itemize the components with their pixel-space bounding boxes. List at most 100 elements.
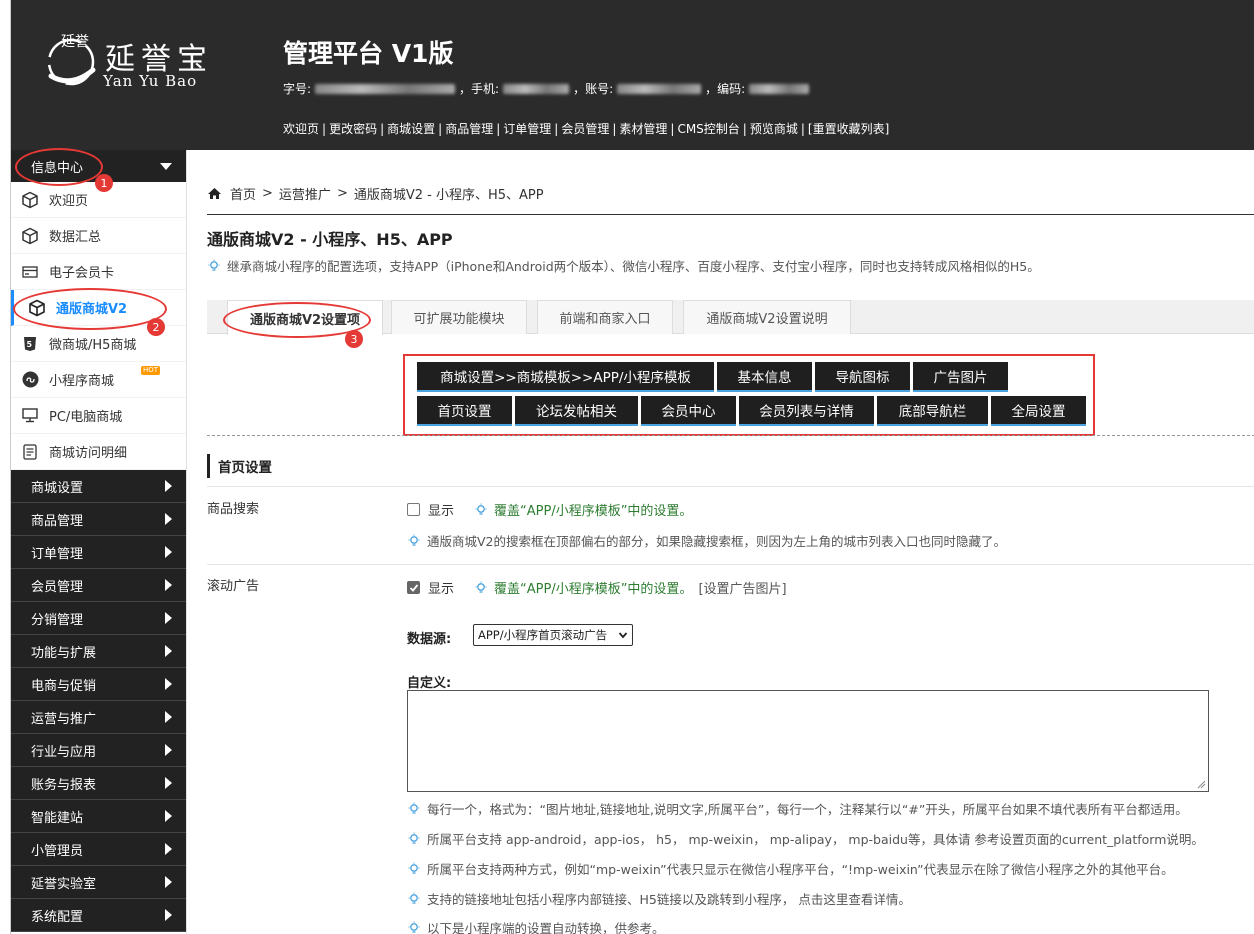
btn-forum-posting[interactable]: 论坛发帖相关 [515, 396, 638, 426]
redacted-phone [503, 83, 570, 94]
hint-text: 所属平台支持两种方式，例如“mp-weixin”代表只显示在微信小程序平台，“!… [427, 862, 1174, 877]
sidebar-cat-features[interactable]: 功能与扩展 [11, 635, 186, 668]
breadcrumb-marketing[interactable]: 运营推广 [279, 184, 331, 203]
top-link-products[interactable]: 商品管理 [445, 122, 493, 136]
caret-right-icon [165, 744, 172, 756]
cube-icon [21, 191, 39, 209]
sidebar-item-label: 微商城/H5商城 [49, 338, 137, 353]
caret-right-icon [165, 546, 172, 558]
search-show-checkbox[interactable] [407, 503, 420, 516]
sidebar-item-data-summary[interactable]: 数据汇总 [11, 218, 186, 254]
override-note: 覆盖“APP/小程序模板”中的设置。 [494, 582, 693, 597]
btn-bottom-nav[interactable]: 底部导航栏 [877, 396, 988, 426]
top-link-orders[interactable]: 订单管理 [503, 122, 551, 136]
caret-right-icon [165, 876, 172, 888]
sidebar-cat-label: 会员管理 [31, 579, 84, 595]
btn-member-center[interactable]: 会员中心 [641, 396, 736, 426]
carousel-hint: 每行一个，格式为：“图片地址,链接地址,说明文字,所属平台”，每行一个，注释某行… [407, 799, 1188, 818]
sidebar-item-visit-details[interactable]: 商城访问明细 [11, 434, 186, 470]
sidebar-cat-finance[interactable]: 账务与报表 [11, 767, 186, 800]
btn-mall-template[interactable]: 商城设置>>商城模板>>APP/小程序模板 [417, 362, 714, 392]
sidebar-cat-members[interactable]: 会员管理 [11, 569, 186, 602]
caret-right-icon [165, 612, 172, 624]
top-link-reset-favorites[interactable]: [重置收藏列表] [808, 122, 889, 136]
annotation-circle [13, 288, 167, 330]
section-title: 首页设置 [207, 454, 272, 478]
sidebar-item-label: 小程序商城 [49, 374, 115, 389]
btn-basic-info[interactable]: 基本信息 [717, 362, 812, 392]
sidebar-cat-system[interactable]: 系统配置 [11, 899, 186, 932]
btn-ad-images[interactable]: 广告图片 [913, 362, 1008, 392]
datasource-select[interactable]: APP/小程序首页滚动广告 [473, 624, 633, 646]
sidebar-cat-label: 运营与推广 [31, 711, 97, 727]
btn-home-settings[interactable]: 首页设置 [417, 396, 512, 426]
dashed-divider [207, 435, 1254, 436]
checkbox-label: 显示 [428, 504, 455, 519]
carousel-show-line: 显示 覆盖“APP/小程序模板”中的设置。 [设置广告图片] [407, 578, 787, 597]
hint-text: 支持的链接地址包括小程序内部链接、H5链接以及跳转到小程序， 点击这里查看详情。 [427, 892, 911, 907]
carousel-hint: 所属平台支持 app-android，app-ios， h5， mp-weixi… [407, 829, 1204, 848]
divider [207, 214, 1254, 215]
resize-handle-icon[interactable] [1196, 779, 1206, 789]
sidebar-item-member-card[interactable]: 电子会员卡 [11, 254, 186, 290]
top-link-mall-settings[interactable]: 商城设置 [387, 122, 435, 136]
tab-extension-modules[interactable]: 可扩展功能模块 [391, 300, 527, 334]
annotation-circle [15, 148, 103, 186]
sidebar-cat-products[interactable]: 商品管理 [11, 503, 186, 536]
caret-down-icon [160, 163, 172, 170]
caret-right-icon [165, 645, 172, 657]
sidebar-cat-orders[interactable]: 订单管理 [11, 536, 186, 569]
carousel-show-checkbox[interactable] [407, 581, 420, 594]
home-icon[interactable] [207, 187, 222, 200]
app-title: 管理平台 V1版 [283, 39, 454, 68]
sidebar-cat-sub-admins[interactable]: 小管理员 [11, 833, 186, 866]
top-link-members[interactable]: 会员管理 [561, 122, 609, 136]
sidebar-cat-label: 商城设置 [31, 480, 84, 496]
svg-text:5: 5 [27, 340, 33, 349]
annotation-badge: 1 [95, 174, 113, 192]
breadcrumb-home[interactable]: 首页 [230, 184, 256, 203]
sidebar-cat-ecommerce[interactable]: 电商与促销 [11, 668, 186, 701]
custom-ads-textarea[interactable] [407, 690, 1209, 792]
sidebar-item-label: 电子会员卡 [49, 266, 115, 281]
tab-v2-docs[interactable]: 通版商城V2设置说明 [683, 300, 851, 334]
btn-member-list[interactable]: 会员列表与详情 [739, 396, 874, 426]
sidebar-cat-industry[interactable]: 行业与应用 [11, 734, 186, 767]
sidebar-cat-mall-settings[interactable]: 商城设置 [11, 470, 186, 503]
card-icon [21, 263, 39, 281]
sidebar-item-miniprogram-mall[interactable]: 小程序商城 HOT [11, 362, 186, 398]
top-link-password[interactable]: 更改密码 [329, 122, 377, 136]
sidebar-cat-lab[interactable]: 延誉实验室 [11, 866, 186, 899]
page-description-text: 继承商城小程序的配置选项，支持APP（iPhone和Android两个版本）、微… [227, 259, 1040, 274]
chevron-down-icon [618, 632, 628, 639]
tab-frontend-entry[interactable]: 前端和商家入口 [537, 300, 673, 334]
caret-right-icon [165, 513, 172, 525]
hint-text: 所属平台支持 app-android，app-ios， h5， mp-weixi… [427, 832, 1204, 847]
sidebar-cat-site-builder[interactable]: 智能建站 [11, 800, 186, 833]
sidebar-cat-marketing[interactable]: 运营与推广 [11, 701, 186, 734]
breadcrumb: 首页 > 运营推广 > 通版商城V2 - 小程序、H5、APP [207, 184, 544, 203]
page-description: 继承商城小程序的配置选项，支持APP（iPhone和Android两个版本）、微… [207, 256, 1040, 275]
annotation-badge: 3 [345, 330, 363, 348]
top-link-welcome[interactable]: 欢迎页 [283, 122, 319, 136]
datasource-label: 数据源: [407, 632, 452, 647]
sidebar-cat-distribution[interactable]: 分销管理 [11, 602, 186, 635]
hot-badge: HOT [141, 366, 161, 375]
carousel-hint: 以下是小程序端的设置自动转换，供参考。 [407, 918, 665, 934]
btn-global-settings[interactable]: 全局设置 [991, 396, 1086, 426]
lightbulb-icon [475, 581, 487, 593]
breadcrumb-separator: > [262, 186, 273, 201]
btn-nav-icons[interactable]: 导航图标 [815, 362, 910, 392]
carousel-hint: 所属平台支持两种方式，例如“mp-weixin”代表只显示在微信小程序平台，“!… [407, 859, 1174, 878]
logo[interactable]: 延誉 延誉宝 Yan Yu Bao [41, 24, 231, 104]
top-link-assets[interactable]: 素材管理 [619, 122, 667, 136]
sidebar-item-pc-mall[interactable]: PC/电脑商城 [11, 398, 186, 434]
top-link-cms[interactable]: CMS控制台 [677, 122, 739, 136]
caret-right-icon [165, 678, 172, 690]
sidebar-item-label: 欢迎页 [49, 194, 89, 209]
top-link-preview[interactable]: 预览商城 [750, 122, 798, 136]
lightbulb-icon [408, 921, 420, 933]
hint-text: 通版商城V2的搜索框在顶部偏右的部分，如果隐藏搜索框，则因为左上角的城市列表入口… [427, 534, 1007, 549]
set-ad-images-link[interactable]: [设置广告图片] [698, 578, 786, 597]
page-title: 通版商城V2 - 小程序、H5、APP [207, 230, 453, 249]
